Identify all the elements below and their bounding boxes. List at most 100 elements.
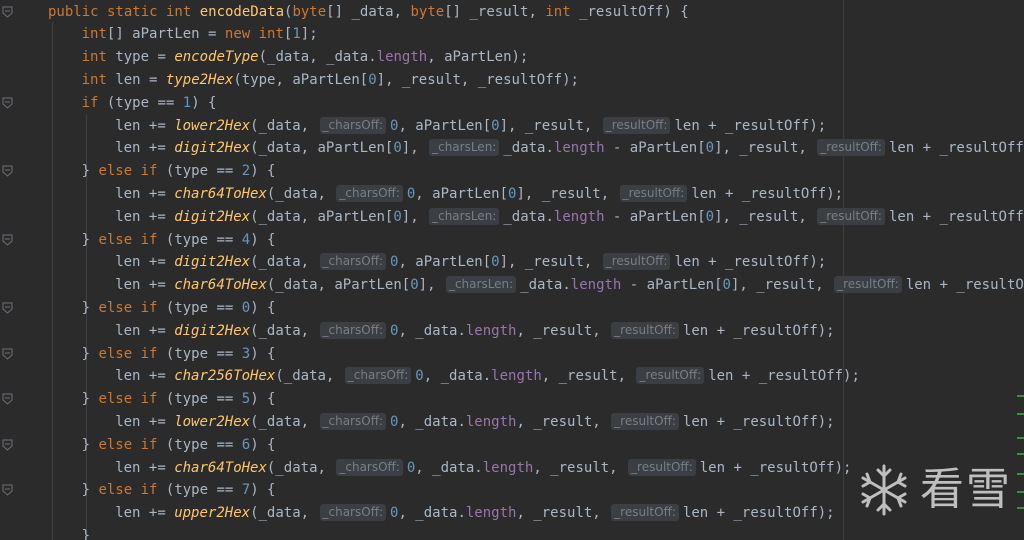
- code-text: len +=: [115, 117, 175, 134]
- code-text: }: [81, 345, 99, 362]
- fold-marker-icon[interactable]: [2, 234, 13, 246]
- code-line[interactable]: len += char256ToHex(_data, _charsOff: 0, …: [115, 365, 860, 387]
- code-text: - aPartLen[: [621, 277, 723, 294]
- code-text: (type ==: [157, 436, 242, 453]
- keyword-token: else if: [98, 163, 158, 180]
- parameter-hint: _resultOff:: [817, 207, 885, 225]
- field-token: length: [465, 413, 517, 430]
- code-text: - aPartLen[: [604, 208, 706, 225]
- code-line[interactable]: len += digit2Hex(_data, _charsOff: 0, aPa…: [115, 251, 826, 273]
- code-text: , _result,: [533, 459, 627, 476]
- code-line[interactable]: len += digit2Hex(_data, aPartLen[0], _ch…: [115, 137, 1024, 159]
- code-text: }: [81, 231, 99, 248]
- code-text: len +=: [115, 277, 175, 294]
- code-line[interactable]: len += lower2Hex(_data, _charsOff: 0, aPa…: [115, 115, 826, 137]
- parameter-hint: _charsOff:: [344, 367, 412, 385]
- number-literal: 0: [705, 208, 715, 225]
- method-call-token: upper2Hex: [174, 505, 251, 522]
- code-text: , aPartLen);: [427, 49, 529, 66]
- method-name-token: encodeData: [199, 3, 285, 20]
- code-line[interactable]: len += digit2Hex(_data, aPartLen[0], _ch…: [115, 206, 1024, 228]
- fold-marker-icon[interactable]: [2, 97, 13, 109]
- code-text: ],: [401, 208, 428, 225]
- fold-marker-icon[interactable]: [2, 348, 13, 360]
- parameter-hint: _resultOff:: [636, 367, 705, 385]
- method-call-token: digit2Hex: [174, 254, 251, 271]
- code-text: , aPartLen[: [398, 117, 492, 134]
- keyword-token: public static int: [48, 3, 200, 20]
- code-text: }: [81, 163, 99, 180]
- code-line[interactable]: len += lower2Hex(_data, _charsOff: 0, _da…: [115, 411, 835, 433]
- code-line[interactable]: } else if (type == 4) {: [82, 229, 276, 251]
- code-text: }: [81, 391, 99, 408]
- code-text: _data.: [503, 140, 554, 157]
- code-text: ], _result, _resultOff);: [376, 71, 579, 88]
- code-text: (type ==: [157, 299, 242, 316]
- watermark-text: 看雪: [920, 464, 1012, 515]
- code-text: len +=: [115, 208, 175, 225]
- code-line[interactable]: int type = encodeType(_data, _data.lengt…: [82, 46, 529, 68]
- code-line[interactable]: } else if (type == 5) {: [82, 388, 276, 410]
- keyword-token: else if: [98, 345, 158, 362]
- fold-marker-icon[interactable]: [2, 393, 13, 405]
- number-literal: 0: [393, 140, 402, 157]
- code-editor[interactable]: public static int encodeData(byte[] _dat…: [0, 0, 1024, 540]
- method-call-token: type2Hex: [165, 71, 234, 88]
- code-text: ) {: [191, 94, 217, 111]
- code-text: ],: [401, 140, 428, 157]
- parameter-hint: _resultOff:: [628, 458, 696, 476]
- field-token: length: [570, 277, 622, 294]
- parameter-hint: _charsLen:: [445, 276, 517, 294]
- number-literal: 1: [182, 94, 192, 111]
- code-line[interactable]: } else if (type == 3) {: [82, 343, 276, 365]
- code-text: (type ==: [157, 231, 242, 248]
- method-call-token: char64ToHex: [174, 459, 267, 476]
- code-text: len +=: [115, 254, 175, 271]
- code-text: (_data, aPartLen[: [266, 277, 411, 294]
- code-line[interactable]: len += char64ToHex(_data, _charsOff: 0, _…: [115, 457, 851, 479]
- code-line[interactable]: len += digit2Hex(_data, _charsOff: 0, _da…: [115, 320, 835, 342]
- fold-marker-icon[interactable]: [2, 165, 13, 177]
- keyword-token: else if: [98, 391, 158, 408]
- fold-marker-icon[interactable]: [2, 302, 13, 314]
- field-token: length: [465, 505, 517, 522]
- editor-gutter: [0, 0, 44, 540]
- code-line[interactable]: } else if (type == 0) {: [82, 297, 276, 319]
- code-text: ], _result,: [499, 254, 601, 271]
- code-text: (_data,: [250, 254, 318, 271]
- code-line[interactable]: } else if (type == 6) {: [82, 434, 276, 456]
- code-text: (_data,: [266, 185, 335, 202]
- code-text: - aPartLen[: [604, 140, 706, 157]
- field-token: length: [482, 459, 534, 476]
- change-marker: [1017, 473, 1024, 475]
- code-line[interactable]: }: [82, 525, 90, 540]
- code-text: ) {: [250, 436, 276, 453]
- parameter-hint: _resultOff:: [611, 504, 679, 522]
- indent-guide: [52, 22, 53, 540]
- code-line[interactable]: len += upper2Hex(_data, _charsOff: 0, _da…: [115, 502, 835, 524]
- fold-marker-icon[interactable]: [2, 484, 13, 496]
- code-text: , aPartLen[: [398, 254, 492, 271]
- code-line[interactable]: len += char64ToHex(_data, _charsOff: 0, a…: [115, 183, 843, 205]
- parameter-hint: _charsLen:: [429, 139, 500, 157]
- code-text: _resultOff) {: [570, 3, 689, 20]
- fold-marker-icon[interactable]: [2, 439, 13, 451]
- code-text: ], _result,: [499, 117, 601, 134]
- code-line[interactable]: public static int encodeData(byte[] _dat…: [48, 1, 689, 23]
- method-call-token: lower2Hex: [174, 413, 251, 430]
- code-text: , _result,: [516, 322, 610, 339]
- code-text: len +=: [115, 185, 175, 202]
- code-line[interactable]: if (type == 1) {: [82, 92, 217, 114]
- change-marker: [1017, 453, 1024, 455]
- code-text: (type, aPartLen[: [233, 71, 369, 88]
- code-line[interactable]: } else if (type == 7) {: [82, 479, 276, 501]
- fold-marker-icon[interactable]: [2, 6, 13, 18]
- code-line[interactable]: int len = type2Hex(type, aPartLen[0], _r…: [82, 69, 579, 91]
- code-line[interactable]: } else if (type == 2) {: [82, 160, 276, 182]
- code-line[interactable]: len += char64ToHex(_data, aPartLen[0], _…: [115, 274, 1024, 296]
- code-text: len + _resultOff);: [674, 117, 827, 134]
- code-line[interactable]: int[] aPartLen = new int[1];: [82, 23, 318, 45]
- code-text: ],: [418, 277, 444, 294]
- number-literal: 0: [410, 277, 419, 294]
- code-text: (type ==: [98, 94, 183, 111]
